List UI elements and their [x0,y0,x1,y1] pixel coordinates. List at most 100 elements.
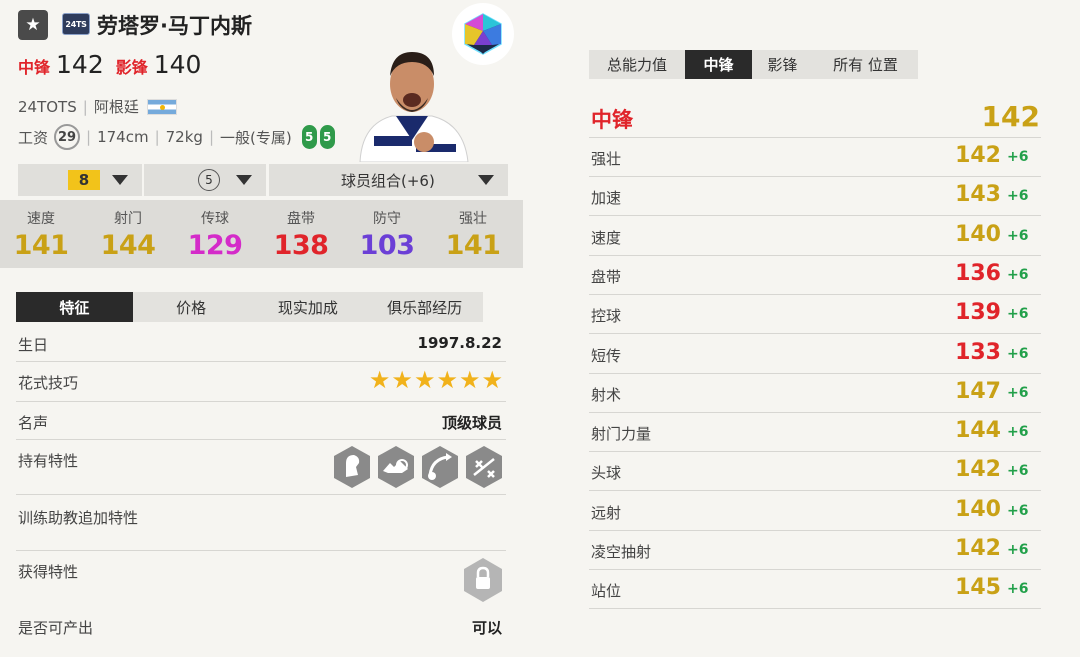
stat-label: 防守 [373,211,401,227]
wage-label: 工资 [18,128,49,147]
divider: | [82,97,88,116]
training-value: 5 [198,169,220,191]
row-earned-traits: 获得特性 [16,551,506,605]
attribute-bonus: +6 [1007,306,1029,323]
earned-label: 获得特性 [18,563,79,581]
skill-label: 花式技巧 [18,374,79,392]
attribute-value: 142 [955,457,1001,483]
stat-defending: 防守 103 [352,208,422,261]
info-line-season: 24TOTS | 阿根廷 [18,96,177,117]
attribute-label: 控球 [591,307,622,326]
position-title: 中锋 [591,108,633,132]
stat-value: 144 [100,230,156,261]
attribute-label: 强壮 [591,150,622,168]
attribute-bonus: +6 [1007,149,1029,165]
row-birthday: 生日 1997.8.22 [16,330,506,362]
tab-real-bonus[interactable]: 现实加成 [250,292,367,322]
attribute-label: 射术 [591,385,622,404]
attribute-row: 强壮 142 +6 [589,138,1041,177]
row-coach-traits: 训练助教追加特性 [16,495,506,551]
attribute-label: 头球 [591,464,622,483]
attribute-bonus: +6 [1007,345,1029,362]
favorite-star-button[interactable]: ★ [18,10,48,40]
tab-price[interactable]: 价格 [133,292,250,322]
attribute-value: 136 [955,260,1001,286]
attribute-label: 远射 [591,503,622,522]
stat-pace: 速度 141 [6,208,76,261]
info-line-body: 工资 29 | 174cm | 72kg | 一般(专属) 5 5 [18,124,335,150]
attribute-label: 速度 [591,228,622,247]
wage-value: 29 [54,124,81,150]
birthday-value: 1997.8.22 [417,334,502,352]
attribute-row: 短传 133 +6 [589,335,1041,374]
attribute-row: 凌空抽射 142 +6 [589,531,1041,570]
chevron-down-icon [236,175,252,185]
attribute-value: 144 [955,418,1001,444]
chevron-down-icon [478,175,494,185]
season-badge: 24TS [62,13,90,35]
ovr-pos-2: 影锋 [115,58,148,77]
ovr-val-1: 142 [56,50,104,79]
trait-finesse-shot-icon[interactable] [376,445,416,489]
stat-label: 速度 [27,211,55,227]
attribute-label: 站位 [591,582,622,601]
level-dropdown[interactable]: 8 [18,164,142,196]
tab-overall[interactable]: 总能力值 [589,50,685,79]
attribute-bonus: +6 [1007,227,1029,244]
stat-value: 103 [359,230,415,261]
main-stats: 速度 141 射门 144 传球 129 盘带 138 防守 103 强壮 14… [0,200,523,268]
trait-outside-foot-icon[interactable] [420,445,460,489]
attribute-bonus: +6 [1007,581,1029,598]
attribute-value: 140 [955,221,1001,247]
tab-striker[interactable]: 中锋 [685,50,752,79]
chevron-down-icon [112,175,128,185]
tab-all-positions[interactable]: 所有 位置 [813,50,918,79]
argentina-flag-icon [146,98,177,115]
attribute-bonus: +6 [1007,266,1029,283]
row-tradable: 是否可产出 可以 [16,605,506,645]
attribute-row: 控球 139 +6 [589,295,1041,335]
attribute-row: 速度 140 +6 [589,217,1041,256]
attribute-bonus: +6 [1007,542,1029,558]
attribute-value: 142 [955,536,1001,561]
training-dropdown[interactable]: 5 [144,164,266,196]
lock-icon [462,557,504,603]
tab-second-striker[interactable]: 影锋 [752,50,813,79]
traits-label: 持有特性 [18,452,79,470]
attribute-bonus: +6 [1007,424,1029,441]
tradable-label: 是否可产出 [18,619,94,637]
height-text: 174cm [97,128,149,146]
detail-tabs: 特征 价格 现实加成 俱乐部经历 [16,292,483,322]
attribute-label: 加速 [591,189,622,208]
row-owned-traits: 持有特性 [16,440,506,495]
tab-club-history[interactable]: 俱乐部经历 [366,292,483,322]
attribute-label: 射门力量 [591,425,652,444]
attribute-label: 凌空抽射 [591,543,652,561]
attribute-bonus: +6 [1007,502,1029,519]
attribute-value: 145 [955,575,1001,601]
stat-passing: 传球 129 [180,208,250,261]
attribute-value: 142 [955,143,1001,168]
attribute-value: 139 [955,300,1001,326]
trait-tactics-icon[interactable] [464,445,504,489]
attribute-bonus: +6 [1007,188,1029,205]
chemistry-dropdown[interactable]: 球员组合(+6) [269,164,508,196]
stat-physical: 强壮 141 [438,208,508,261]
row-skill-moves: 花式技巧 ★★★★★★ [16,362,506,402]
ovr-val-2: 140 [153,50,202,79]
attribute-value: 133 [955,339,1001,365]
attribute-row: 头球 142 +6 [589,452,1041,492]
tab-traits[interactable]: 特征 [16,292,133,322]
attribute-value: 140 [955,496,1001,522]
attribute-value: 143 [955,182,1001,208]
position-tabs: 总能力值 中锋 影锋 所有 位置 [589,50,918,79]
birthday-label: 生日 [18,336,49,354]
divider: | [86,128,92,146]
trait-leadership-icon[interactable] [332,445,372,489]
stat-value: 138 [273,230,329,261]
fame-label: 名声 [18,414,49,432]
stat-label: 强壮 [459,211,487,227]
stat-label: 射门 [114,211,142,227]
player-portrait [352,40,472,163]
level-value: 8 [68,170,100,190]
